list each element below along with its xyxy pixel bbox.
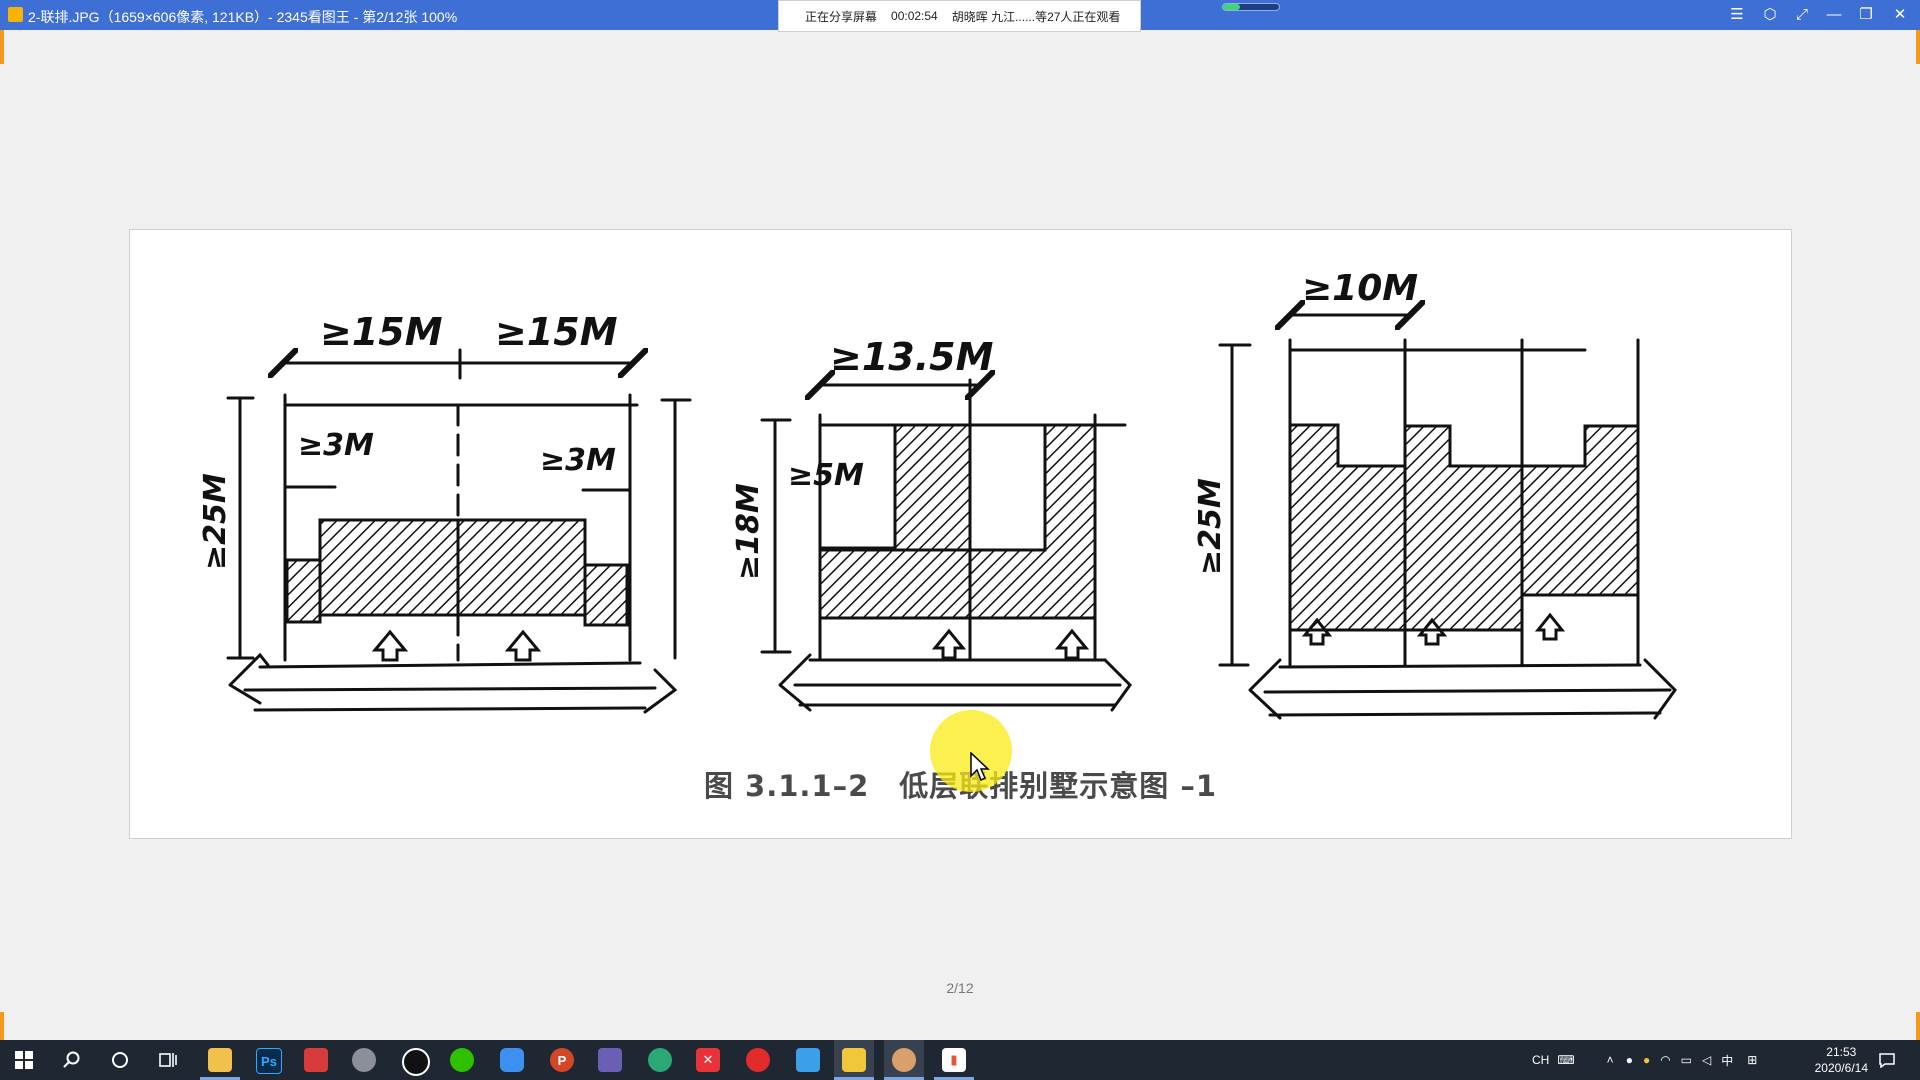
- app-x-icon[interactable]: ✕: [696, 1048, 720, 1072]
- label-fig1-left-width: ≥15M: [320, 310, 443, 354]
- share-border-left-bottom: [0, 1012, 4, 1040]
- ime-mode-icon[interactable]: ⊞: [1747, 1053, 1757, 1067]
- task-view-icon[interactable]: [156, 1048, 180, 1072]
- share-border-right-bottom: [1916, 1012, 1920, 1040]
- minimize-button[interactable]: —: [1820, 4, 1848, 26]
- app-icon: [8, 7, 23, 22]
- close-button[interactable]: ✕: [1886, 4, 1914, 26]
- search-icon[interactable]: [60, 1048, 84, 1072]
- label-fig1-right-setback: ≥3M: [540, 443, 616, 478]
- qq-icon[interactable]: [402, 1048, 430, 1076]
- app-avatar-icon[interactable]: [892, 1048, 916, 1072]
- page-indicator: 2/12: [946, 980, 974, 996]
- battery-icon[interactable]: ▭: [1681, 1053, 1692, 1067]
- label-fig2-depth: ≥18M: [731, 483, 766, 580]
- label-fig3-depth: ≥25M: [1193, 478, 1228, 575]
- tray-app-icon[interactable]: ●: [1643, 1053, 1650, 1067]
- lang-indicator[interactable]: CH: [1532, 1053, 1549, 1067]
- ime-indicator[interactable]: 中: [1721, 1052, 1733, 1069]
- label-fig1-left-setback: ≥3M: [298, 428, 374, 463]
- powerpoint-icon[interactable]: P: [550, 1048, 574, 1072]
- cortana-icon[interactable]: [108, 1048, 132, 1072]
- baidu-netdisk-icon[interactable]: [500, 1048, 524, 1072]
- photoshop-icon[interactable]: Ps: [256, 1048, 282, 1074]
- browser-globe-icon[interactable]: [648, 1048, 672, 1072]
- mouse-pointer-icon: [970, 752, 990, 782]
- action-center-icon[interactable]: [1875, 1048, 1899, 1072]
- qq-tray-icon[interactable]: ●: [1626, 1053, 1633, 1067]
- restore-button[interactable]: ❐: [1852, 4, 1880, 26]
- menu-icon[interactable]: ☰: [1723, 4, 1751, 26]
- keyboard-icon[interactable]: ⌨: [1557, 1053, 1574, 1067]
- label-fig2-width: ≥13.5M: [830, 335, 994, 379]
- skin-icon[interactable]: ⬡: [1756, 4, 1784, 26]
- screen-share-bar[interactable]: 正在分享屏幕 00:02:54 胡晓晖 九江......等27人正在观看: [778, 0, 1141, 32]
- netease-music-icon[interactable]: [746, 1048, 770, 1072]
- wifi-icon[interactable]: ◠: [1660, 1053, 1670, 1067]
- share-status: 正在分享屏幕: [805, 9, 878, 24]
- volume-icon[interactable]: ◁: [1702, 1053, 1711, 1067]
- fullscreen-icon[interactable]: ⤢: [1788, 4, 1816, 26]
- share-border-left: [0, 30, 4, 64]
- figure-2: [760, 380, 1132, 712]
- file-explorer-icon[interactable]: [208, 1048, 232, 1072]
- label-fig2-setback: ≥5M: [788, 458, 864, 493]
- clock-date: 2020/6/14: [1814, 1061, 1868, 1075]
- clock-time: 21:53: [1826, 1045, 1857, 1059]
- image-viewer-icon[interactable]: [842, 1048, 866, 1072]
- share-timer: 00:02:54: [891, 9, 938, 23]
- app-bird-icon[interactable]: [352, 1048, 376, 1072]
- share-viewers: 胡晓晖 九江......等27人正在观看: [951, 9, 1121, 24]
- app-grid-icon[interactable]: [796, 1048, 820, 1072]
- sharing-progress-indicator: [1222, 3, 1280, 11]
- clock[interactable]: 21:53 2020/6/14: [1815, 1044, 1868, 1076]
- label-fig3-width: ≥10M: [1302, 268, 1418, 309]
- system-tray: CH ⌨ ˄ ● ● ◠ ▭ ◁ 中 ⊞: [1532, 1040, 1757, 1080]
- app-red-shield-icon[interactable]: [304, 1048, 328, 1072]
- window-title: 2-联排.JPG（1659×606像素, 121KB）- 2345看图王 - 第…: [28, 9, 458, 25]
- app-paint-icon[interactable]: [598, 1048, 622, 1072]
- label-fig1-depth: ≥25M: [198, 473, 233, 570]
- show-hidden-icons[interactable]: ˄: [1607, 1053, 1614, 1067]
- wechat-icon[interactable]: [450, 1048, 474, 1072]
- slides-app-icon[interactable]: ▮: [942, 1048, 966, 1072]
- windows-start-icon[interactable]: [12, 1048, 36, 1072]
- figure-1: [226, 350, 692, 714]
- figure-3: [1218, 315, 1677, 720]
- share-border-right: [1916, 30, 1920, 64]
- taskbar: Ps P ✕ ▮ CH ⌨ ˄ ● ● ◠ ▭ ◁ 中 ⊞ 21:53 2020…: [0, 1040, 1920, 1080]
- label-fig1-right-width: ≥15M: [495, 310, 618, 354]
